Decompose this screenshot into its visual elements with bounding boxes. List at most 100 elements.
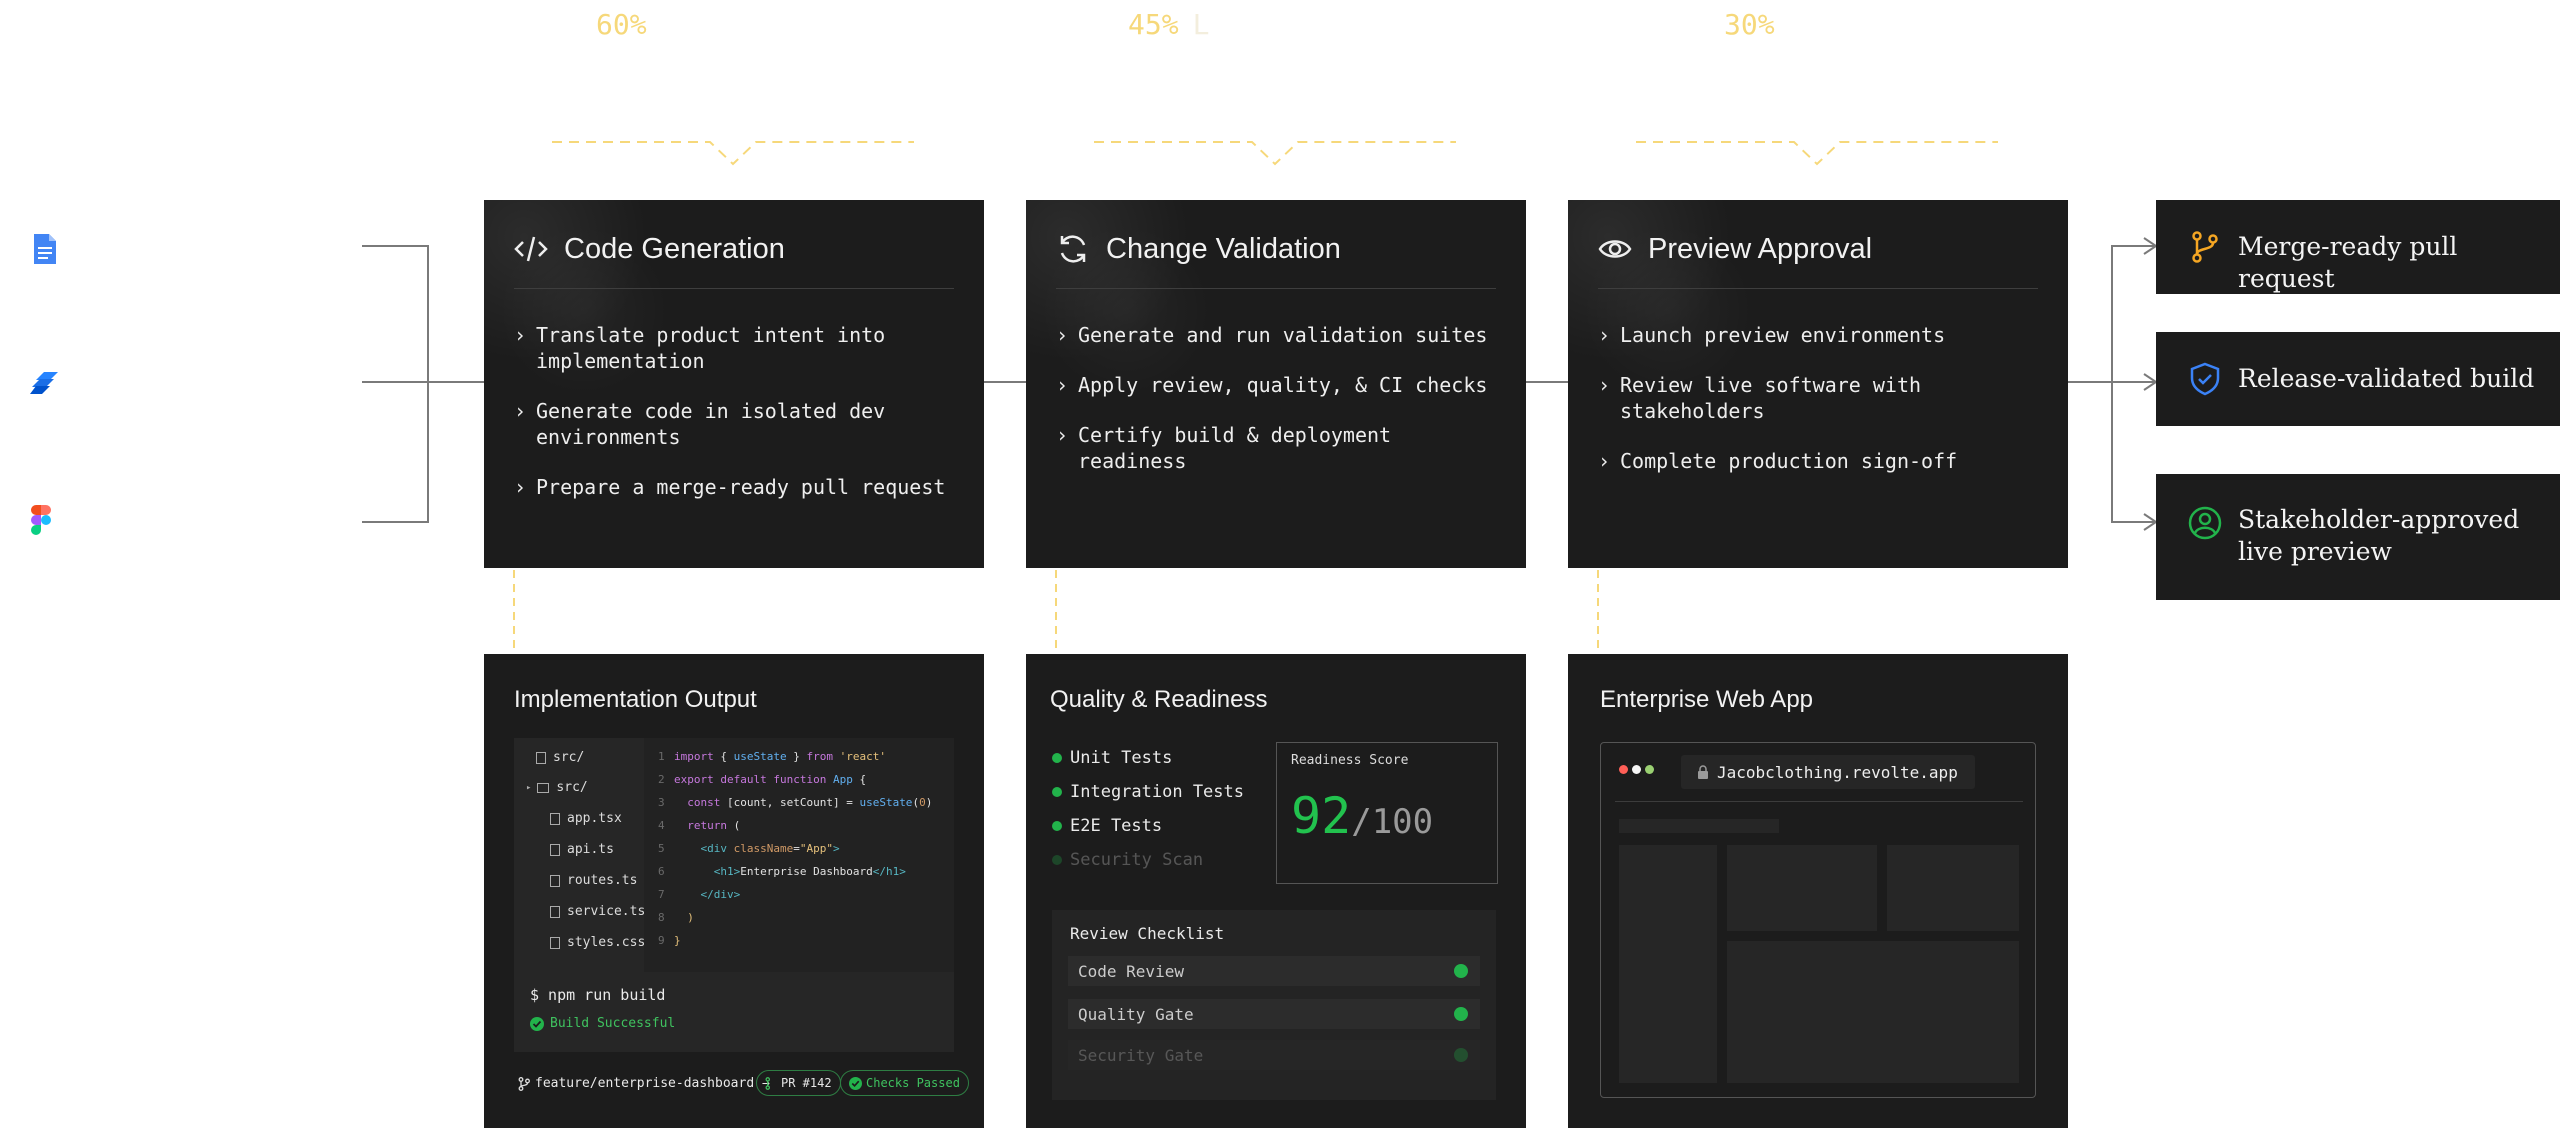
close-dot[interactable]	[1619, 765, 1628, 774]
window-controls	[1619, 765, 1654, 774]
folder-icon	[537, 782, 550, 793]
test-item: Security Scan	[1052, 850, 1203, 870]
code-token: }	[674, 934, 681, 947]
pr-badge[interactable]: PR #142	[756, 1070, 841, 1096]
stage-card-code-generation: Code Generation › Translate product inten…	[484, 200, 984, 568]
bullet-item: › Generate code in isolated dev environme…	[514, 398, 964, 450]
checklist-item[interactable]: Security Gate	[1068, 1040, 1480, 1070]
code-token: </h1>	[872, 865, 906, 878]
readiness-score-box: Readiness Score 92 /100	[1276, 742, 1498, 884]
line-number: 1	[658, 750, 665, 763]
test-item: E2E Tests	[1052, 816, 1162, 836]
stage-header: Code Generation	[514, 232, 954, 289]
panel-title: Implementation Output	[514, 686, 757, 713]
bullet-text: Launch preview environments	[1620, 323, 1946, 347]
code-token: >	[832, 842, 840, 855]
chevron-right-icon: ›	[1056, 323, 1069, 347]
checklist-item-label: Security Gate	[1078, 1045, 1204, 1065]
test-name: Security Scan	[1070, 850, 1204, 870]
code-token: <div	[700, 842, 728, 855]
build-status: Build Successful	[530, 1016, 675, 1031]
file-name: src/	[556, 780, 588, 795]
checks-badge[interactable]: Checks Passed	[840, 1070, 969, 1096]
address-bar[interactable]: Jacobclothing.revolte.app	[1681, 755, 1975, 789]
score-max: /100	[1351, 802, 1434, 842]
bullet-item: › Prepare a merge-ready pull request	[514, 474, 964, 500]
maximize-dot[interactable]	[1645, 765, 1654, 774]
divider	[1615, 801, 2023, 802]
code-icon	[514, 236, 548, 262]
chevron-right-icon: ›	[1056, 423, 1069, 447]
file-icon	[550, 843, 560, 856]
browser-window: Jacobclothing.revolte.app	[1600, 742, 2036, 1098]
code-token: import	[674, 750, 714, 763]
lock-icon	[1698, 765, 1708, 779]
quality-readiness-panel: Quality & Readiness Unit Tests Integrati…	[1026, 654, 1526, 1128]
file-tree: src/ ▸ src/ app.tsx api.ts routes.ts serv…	[514, 738, 645, 974]
stage-title: Preview Approval	[1648, 233, 1873, 265]
build-status-text: Build Successful	[550, 1016, 676, 1031]
check-icon	[1454, 1048, 1468, 1062]
file-tree-folder[interactable]: ▸ src/	[526, 780, 588, 795]
chevron-right-icon: ›	[1056, 373, 1069, 397]
checklist-item-label: Quality Gate	[1078, 1004, 1194, 1024]
chevron-right-icon: ›	[1598, 323, 1611, 347]
minimize-dot[interactable]	[1632, 765, 1641, 774]
stage-title: Change Validation	[1106, 233, 1341, 265]
checklist-item[interactable]: Code Review	[1068, 956, 1480, 986]
checklist-item[interactable]: Quality Gate	[1068, 999, 1480, 1029]
bullet-item: › Generate and run validation suites	[1056, 322, 1506, 348]
eye-icon	[1598, 240, 1632, 258]
bullet-item: › Certify build & deployment readiness	[1056, 422, 1506, 474]
file-name: api.ts	[567, 842, 614, 857]
code-editor[interactable]: 1 import { useState } from 'react' 2 expor…	[644, 738, 954, 974]
file-name: app.tsx	[567, 811, 622, 826]
file-name: styles.css	[567, 935, 646, 950]
file-tree-item[interactable]: routes.ts	[550, 873, 637, 888]
branch-label[interactable]: feature/enterprise-dashboard →	[518, 1076, 770, 1091]
file-tree-item[interactable]: api.ts	[550, 842, 614, 857]
git-branch-icon	[765, 1076, 770, 1090]
line-number: 8	[658, 911, 665, 924]
code-token: return	[687, 819, 727, 832]
test-item: Integration Tests	[1052, 782, 1244, 802]
review-checklist: Review Checklist Code Review Quality Gat…	[1052, 910, 1496, 1100]
code-line: 7 </div>	[658, 888, 740, 901]
check-icon	[1454, 1007, 1468, 1021]
implementation-output-panel: Implementation Output src/ ▸ src/ app.tsx…	[484, 654, 984, 1128]
result-card-pull-request: Merge-ready pull request	[2156, 200, 2560, 294]
skeleton-card	[1727, 845, 1877, 931]
test-name: Unit Tests	[1070, 748, 1173, 768]
bullet-text: Certify build & deployment readiness	[1078, 423, 1392, 473]
bullet-text: Prepare a merge-ready pull request	[536, 475, 946, 499]
code-line: 8 )	[658, 911, 694, 924]
bullet-item: › Apply review, quality, & CI checks	[1056, 372, 1506, 398]
chevron-right-icon: ›	[1598, 373, 1611, 397]
figma-icon	[31, 505, 51, 535]
bullet-text: Translate product intent into implementa…	[536, 323, 886, 373]
file-icon	[536, 751, 546, 764]
shield-check-icon	[2190, 362, 2220, 396]
line-number: 6	[658, 865, 665, 878]
file-tree-item[interactable]: service.ts	[550, 904, 645, 919]
code-token: "App"	[799, 842, 833, 855]
score-value: 92 /100	[1291, 787, 1433, 845]
bullet-item: › Translate product intent into implement…	[514, 322, 964, 374]
terminal-command: $ npm run build	[530, 986, 666, 1004]
test-name: Integration Tests	[1070, 782, 1244, 802]
check-circle-icon	[530, 1016, 544, 1031]
file-tree-item[interactable]: src/	[536, 750, 584, 765]
file-icon	[550, 936, 560, 949]
panel-title: Quality & Readiness	[1050, 686, 1268, 713]
line-number: 5	[658, 842, 665, 855]
status-dot	[1052, 787, 1062, 797]
code-token: )	[687, 911, 694, 924]
chevron-right-icon: ›	[1598, 449, 1611, 473]
file-tree-item[interactable]: styles.css	[550, 935, 645, 950]
file-tree-item[interactable]: app.tsx	[550, 811, 622, 826]
checklist-title: Review Checklist	[1070, 924, 1225, 943]
code-line: 2 export default function App {	[658, 773, 867, 786]
bullet-text: Complete production sign-off	[1620, 449, 1958, 473]
code-line: 3 const [count, setCount] = useState(0)	[658, 796, 933, 809]
test-item: Unit Tests	[1052, 748, 1172, 768]
